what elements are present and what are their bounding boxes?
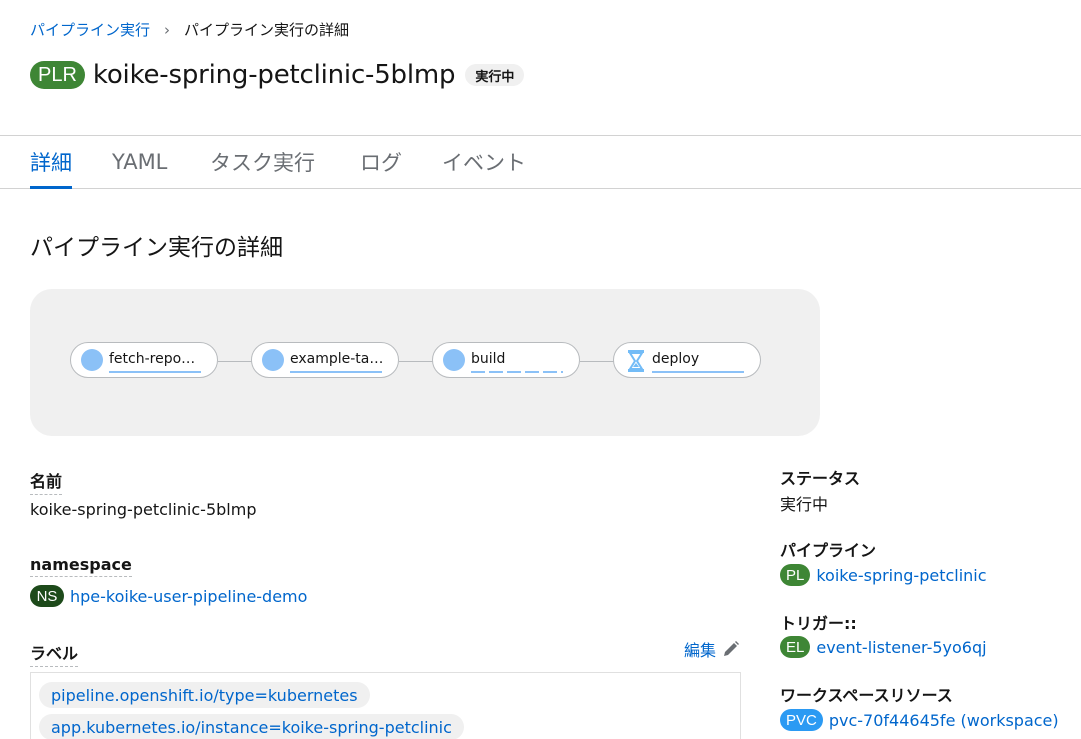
tab-yaml[interactable]: YAML (112, 136, 167, 188)
task-name: deploy (652, 351, 700, 367)
breadcrumb-pipeline-runs-link[interactable]: パイプライン実行 (30, 19, 150, 40)
task-name: build (471, 351, 506, 367)
pl-badge: PL (780, 564, 811, 586)
graph-connector (399, 361, 433, 362)
task-node-fetch-repo[interactable]: fetch-repo… (70, 342, 218, 378)
edit-label: 編集 (684, 641, 717, 660)
ns-badge: NS (30, 585, 64, 607)
running-status-icon (443, 349, 465, 371)
plr-badge: PLR (30, 61, 85, 89)
status-value: 実行中 (780, 495, 829, 514)
el-badge: EL (780, 636, 811, 658)
hourglass-icon (628, 350, 644, 372)
label-chip[interactable]: pipeline.openshift.io/type=kubernetes (39, 682, 370, 708)
pipeline-link[interactable]: koike-spring-petclinic (816, 566, 986, 585)
task-progress-bar (109, 371, 201, 373)
chevron-right-icon: › (164, 20, 171, 39)
namespace-label: namespace (30, 555, 132, 577)
task-progress-bar (652, 371, 744, 373)
pipeline-row: PL koike-spring-petclinic (780, 564, 987, 586)
graph-connector (218, 361, 252, 362)
page: パイプライン実行 › パイプライン実行の詳細 PLR koike-spring-… (0, 0, 1081, 739)
task-name: fetch-repo… (109, 351, 196, 367)
page-title: koike-spring-petclinic-5blmp (92, 60, 456, 90)
workspace-label: ワークスペースリソース (780, 686, 953, 705)
breadcrumb: パイプライン実行 › パイプライン実行の詳細 (30, 19, 349, 40)
tab-bar: 詳細 YAML タスク実行 ログ イベント (0, 135, 1081, 189)
labels-box: pipeline.openshift.io/type=kubernetes ap… (30, 672, 741, 739)
edit-labels-button[interactable]: 編集 (684, 637, 740, 661)
breadcrumb-current: パイプライン実行の詳細 (184, 21, 350, 39)
page-header: PLR koike-spring-petclinic-5blmp 実行中 (30, 60, 525, 90)
task-progress-bar (471, 371, 563, 373)
running-status-icon (262, 349, 284, 371)
task-progress-bar (290, 371, 382, 373)
workspace-row: PVC pvc-70f44645fe (workspace) (780, 709, 1059, 731)
task-node-build[interactable]: build (432, 342, 580, 378)
pvc-badge: PVC (780, 709, 823, 731)
task-name: example-ta… (290, 351, 384, 367)
trigger-row: EL event-listener-5yo6qj (780, 636, 987, 658)
tab-task-runs[interactable]: タスク実行 (210, 136, 315, 188)
event-listener-link[interactable]: event-listener-5yo6qj (816, 638, 986, 657)
section-title: パイプライン実行の詳細 (30, 235, 283, 261)
namespace-row: NS hpe-koike-user-pipeline-demo (30, 585, 307, 607)
label-chip[interactable]: app.kubernetes.io/instance=koike-spring-… (39, 714, 464, 739)
tab-events[interactable]: イベント (442, 136, 526, 188)
namespace-link[interactable]: hpe-koike-user-pipeline-demo (70, 587, 307, 606)
trigger-label: トリガー:: (780, 614, 857, 633)
pencil-icon (724, 641, 740, 656)
status-label: ステータス (780, 469, 861, 488)
pipeline-graph: fetch-repo… example-ta… build deploy (30, 289, 820, 436)
running-status-icon (81, 349, 103, 371)
task-node-deploy[interactable]: deploy (613, 342, 761, 378)
tab-logs[interactable]: ログ (360, 136, 402, 188)
pvc-link[interactable]: pvc-70f44645fe (workspace) (829, 711, 1059, 730)
task-node-example-task[interactable]: example-ta… (251, 342, 399, 378)
labels-label: ラベル (30, 640, 79, 667)
name-value: koike-spring-petclinic-5blmp (30, 500, 257, 519)
name-label: 名前 (30, 468, 63, 495)
tab-details[interactable]: 詳細 (30, 136, 72, 189)
pipeline-label: パイプライン (780, 541, 877, 560)
status-badge: 実行中 (465, 64, 525, 86)
graph-connector (580, 361, 614, 362)
